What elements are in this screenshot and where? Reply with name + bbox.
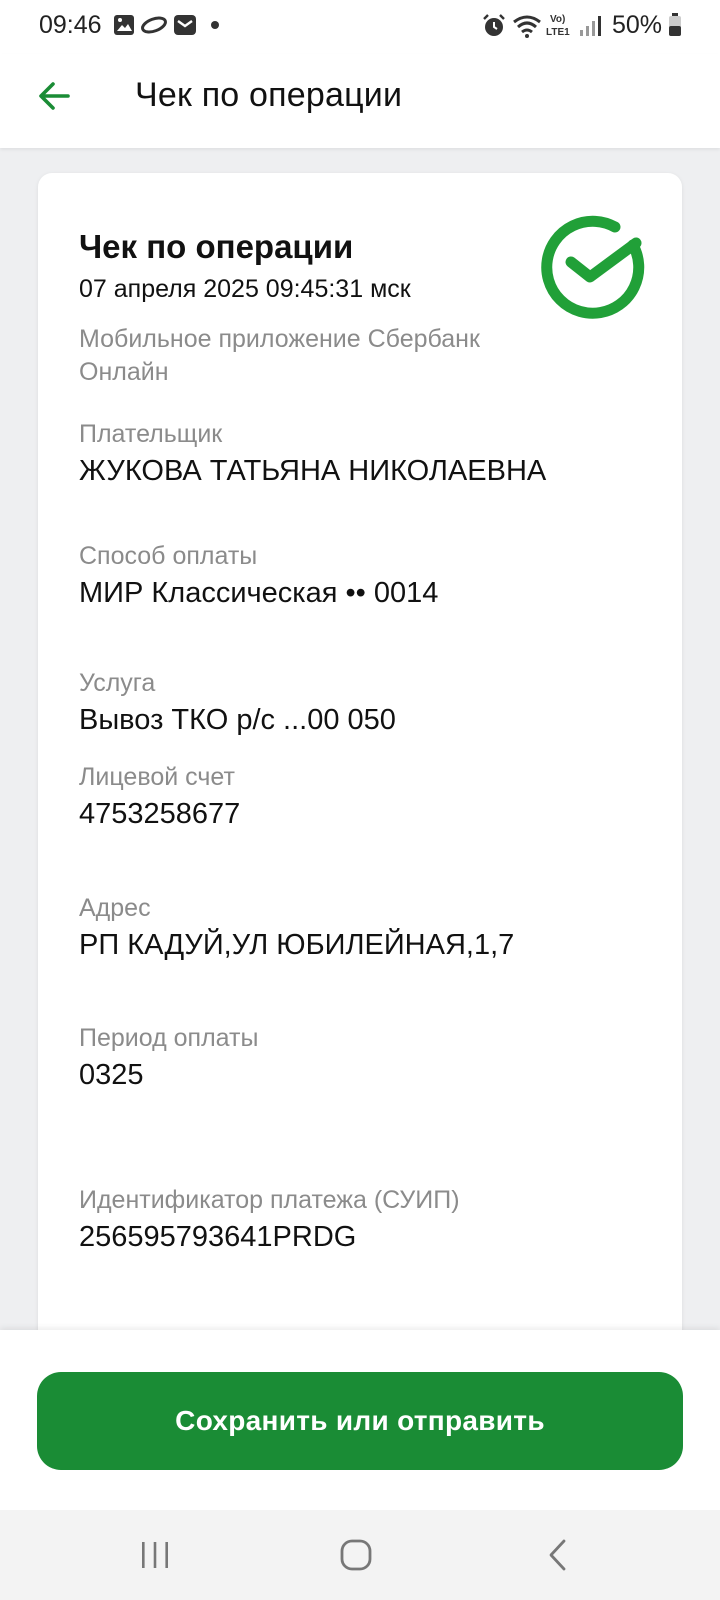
mail-icon: [174, 15, 196, 35]
address-label: Адрес: [79, 894, 151, 922]
save-or-send-button[interactable]: Сохранить или отправить: [37, 1372, 683, 1470]
payment-id-value: 256595793641PRDG: [79, 1221, 357, 1253]
svg-text:LTE1: LTE1: [546, 27, 570, 38]
arrow-left-icon: [39, 82, 70, 110]
dot-icon: [211, 21, 219, 29]
account-value: 4753258677: [79, 798, 241, 830]
app-header: Чек по операции: [0, 54, 720, 148]
status-bar: 09:46 Vo) LTE1 50%: [0, 0, 720, 54]
system-nav-bar: [0, 1510, 720, 1600]
service-value: Вывоз ТКО р/с ...00 050: [79, 704, 396, 736]
receipt-datetime: 07 апреля 2025 09:45:31 мск: [79, 275, 411, 303]
nav-back-button[interactable]: [528, 1528, 588, 1582]
account-label: Лицевой счет: [79, 763, 235, 791]
receipt-title: Чек по операции: [79, 228, 354, 265]
recent-apps-button[interactable]: [125, 1528, 185, 1582]
payment-method-value: МИР Классическая •• 0014: [79, 577, 439, 609]
cloud-icon: [141, 16, 167, 34]
status-time: 09:46: [39, 11, 102, 39]
receipt-source: Мобильное приложение Сбербанк Онлайн: [79, 325, 480, 386]
alarm-icon: [483, 14, 505, 36]
signal-icon: [580, 16, 601, 36]
recent-apps-icon: [142, 1542, 168, 1568]
battery-percent: 50%: [612, 11, 663, 39]
page-title: Чек по операции: [135, 76, 403, 114]
image-icon: [114, 15, 134, 35]
success-check-icon: [541, 215, 645, 319]
payer-label: Плательщик: [79, 420, 223, 448]
wifi-icon: [513, 15, 541, 38]
payment-period-label: Период оплаты: [79, 1024, 259, 1052]
home-icon: [340, 1539, 372, 1571]
payment-method-label: Способ оплаты: [79, 542, 258, 570]
home-button[interactable]: [326, 1528, 386, 1582]
back-button[interactable]: [28, 70, 80, 122]
payer-value: ЖУКОВА ТАТЬЯНА НИКОЛАЕВНА: [79, 455, 547, 487]
receipt-card: Чек по операции 07 апреля 2025 09:45:31 …: [38, 173, 682, 1373]
address-value: РП КАДУЙ,УЛ ЮБИЛЕЙНАЯ,1,7: [79, 929, 515, 961]
bottom-action-panel: Сохранить или отправить: [0, 1330, 720, 1510]
svg-text:Vo): Vo): [550, 14, 565, 25]
service-label: Услуга: [79, 669, 156, 697]
back-icon: [549, 1539, 566, 1571]
battery-icon: [669, 13, 681, 36]
payment-id-label: Идентификатор платежа (СУИП): [79, 1186, 460, 1214]
payment-period-value: 0325: [79, 1059, 144, 1091]
volte-icon: Vo) LTE1: [546, 14, 570, 38]
